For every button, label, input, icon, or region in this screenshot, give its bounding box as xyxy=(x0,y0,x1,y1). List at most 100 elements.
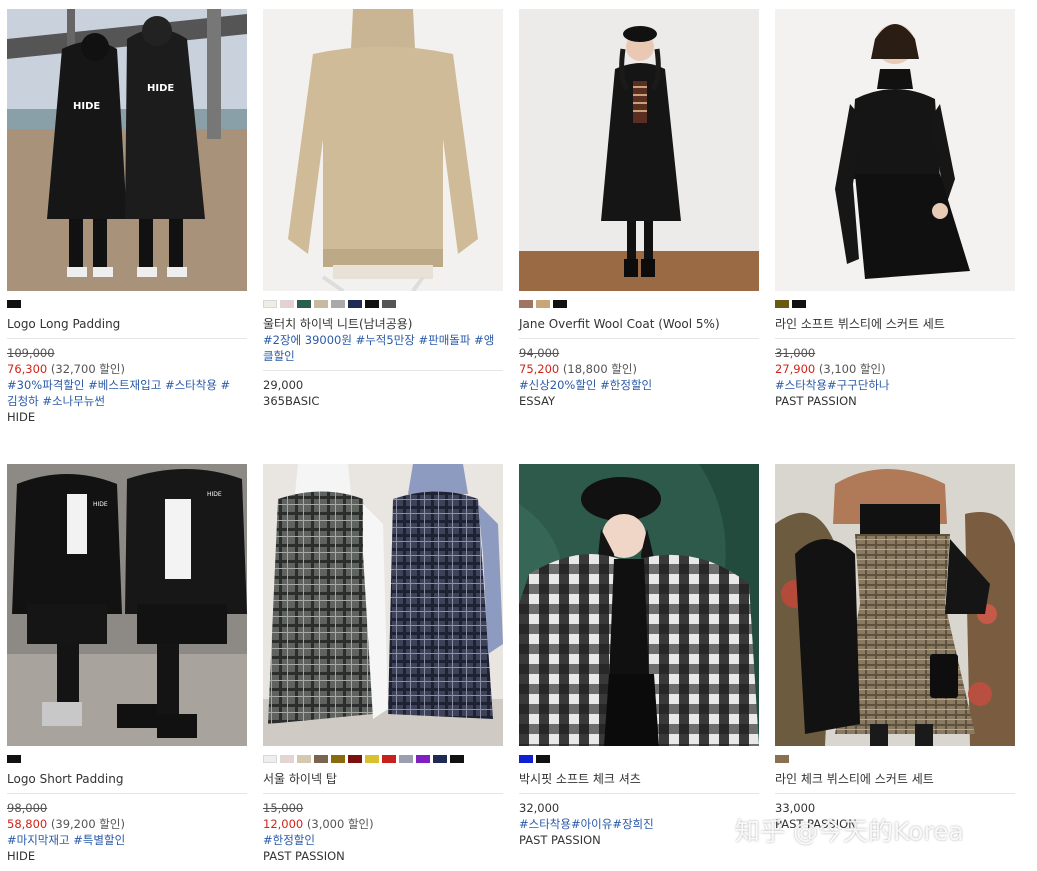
product-name[interactable]: 라인 체크 뷔스티에 스커트 세트 xyxy=(775,771,1015,794)
color-swatch[interactable] xyxy=(536,300,550,308)
tag-list: #스타착용#아이유#장희진 xyxy=(519,816,759,832)
hashtag-line[interactable]: #한정할인 xyxy=(263,832,503,848)
color-swatch[interactable] xyxy=(792,300,806,308)
color-swatch[interactable] xyxy=(348,300,362,308)
tag-list: #신상20%할인 #한정할인 xyxy=(519,377,759,393)
product-name[interactable]: 울터치 하이넥 니트(남녀공용) xyxy=(263,316,503,332)
product-name[interactable]: 서울 하이넥 탑 xyxy=(263,771,503,794)
tag-list: #한정할인 xyxy=(263,832,503,848)
color-swatch[interactable] xyxy=(433,755,447,763)
color-swatch[interactable] xyxy=(314,755,328,763)
product-photo: HIDE HIDE xyxy=(7,464,247,746)
product-image[interactable]: HIDE HIDE xyxy=(7,9,247,291)
hashtag-line[interactable]: 클할인 xyxy=(263,348,503,364)
color-swatch[interactable] xyxy=(263,300,277,308)
hashtag-line[interactable]: 김청하 #소나무뉴썬 xyxy=(7,393,247,409)
tag-list: #30%파격할인 #베스트재입고 #스타착용 # 김청하 #소나무뉴썬 xyxy=(7,377,247,409)
product-image[interactable] xyxy=(775,464,1015,746)
hashtag-line[interactable]: #30%파격할인 #베스트재입고 #스타착용 # xyxy=(7,377,247,393)
product-name[interactable]: Logo Long Padding xyxy=(7,316,247,339)
color-swatch[interactable] xyxy=(536,755,550,763)
color-swatch[interactable] xyxy=(297,755,311,763)
svg-text:HIDE: HIDE xyxy=(207,491,222,498)
color-swatch[interactable] xyxy=(348,755,362,763)
hashtag-line[interactable]: #스타착용#아이유#장희진 xyxy=(519,816,759,832)
color-swatch[interactable] xyxy=(775,300,789,308)
sale-price-line: 12,000 (3,000 할인) xyxy=(263,816,503,832)
price: 29,000 xyxy=(263,378,304,392)
color-swatches xyxy=(775,755,1015,763)
tag-list: #마지막재고 #특별할인 xyxy=(7,832,247,848)
product-name[interactable]: 라인 소프트 뷔스티에 스커트 세트 xyxy=(775,316,1015,339)
product-image[interactable] xyxy=(775,9,1015,291)
color-swatch[interactable] xyxy=(382,300,396,308)
color-swatch[interactable] xyxy=(297,300,311,308)
color-swatch[interactable] xyxy=(7,755,21,763)
color-swatch[interactable] xyxy=(519,300,533,308)
color-swatch[interactable] xyxy=(416,755,430,763)
brand-name[interactable]: PAST PASSION xyxy=(775,393,1015,409)
product-photo xyxy=(263,9,503,291)
color-swatches xyxy=(263,755,503,763)
product-photo xyxy=(519,9,759,291)
product-photo xyxy=(775,464,1015,746)
product-card: 라인 체크 뷔스티에 스커트 세트 33,000 PAST PASSION xyxy=(775,464,1015,832)
color-swatch[interactable] xyxy=(314,300,328,308)
color-swatch[interactable] xyxy=(519,755,533,763)
product-photo xyxy=(263,464,503,746)
hashtag-line[interactable]: #마지막재고 #특별할인 xyxy=(7,832,247,848)
product-card: 박시핏 소프트 체크 셔츠 32,000 #스타착용#아이유#장희진 PAST … xyxy=(519,464,759,848)
color-swatch[interactable] xyxy=(7,300,21,308)
sale-price-line: 58,800 (39,200 할인) xyxy=(7,816,247,832)
color-swatches xyxy=(7,300,247,308)
sale-price: 12,000 xyxy=(263,817,304,831)
color-swatches xyxy=(7,755,247,763)
sale-price: 75,200 xyxy=(519,362,560,376)
color-swatches xyxy=(519,300,759,308)
color-swatch[interactable] xyxy=(450,755,464,763)
sale-price: 27,900 xyxy=(775,362,816,376)
product-image[interactable] xyxy=(519,464,759,746)
price: 32,000 xyxy=(519,801,560,815)
color-swatch[interactable] xyxy=(331,755,345,763)
tag-list: #스타착용#구구단하나 xyxy=(775,377,1015,393)
product-name[interactable]: 박시핏 소프트 체크 셔츠 xyxy=(519,771,759,794)
hashtag-line[interactable]: #신상20%할인 #한정할인 xyxy=(519,377,759,393)
color-swatch[interactable] xyxy=(331,300,345,308)
product-photo: HIDE HIDE xyxy=(7,9,247,291)
product-card: 서울 하이넥 탑 15,000 12,000 (3,000 할인) #한정할인 … xyxy=(263,464,503,864)
product-image[interactable] xyxy=(519,9,759,291)
discount-amount: (3,100 할인) xyxy=(818,362,886,376)
product-name[interactable]: Jane Overfit Wool Coat (Wool 5%) xyxy=(519,316,759,339)
svg-text:HIDE: HIDE xyxy=(93,501,108,508)
hashtag-line[interactable]: #스타착용#구구단하나 xyxy=(775,377,1015,393)
color-swatch[interactable] xyxy=(365,755,379,763)
product-image[interactable] xyxy=(263,464,503,746)
discount-amount: (3,000 할인) xyxy=(306,817,374,831)
color-swatch[interactable] xyxy=(280,300,294,308)
brand-name[interactable]: ESSAY xyxy=(519,393,759,409)
color-swatch[interactable] xyxy=(553,300,567,308)
watermark: 知乎 @今天的Korea xyxy=(735,817,964,846)
color-swatch[interactable] xyxy=(775,755,789,763)
color-swatch[interactable] xyxy=(399,755,413,763)
hashtag-line[interactable]: #2장에 39000원 #누적5만장 #판매돌파 #앵 xyxy=(263,332,503,348)
sale-price-line: 75,200 (18,800 할인) xyxy=(519,361,759,377)
brand-name[interactable]: PAST PASSION xyxy=(519,832,759,848)
discount-amount: (32,700 할인) xyxy=(50,362,125,376)
color-swatch[interactable] xyxy=(365,300,379,308)
product-name[interactable]: Logo Short Padding xyxy=(7,771,247,794)
brand-name[interactable]: HIDE xyxy=(7,409,247,425)
sale-price-line: 76,300 (32,700 할인) xyxy=(7,361,247,377)
discount-amount: (18,800 할인) xyxy=(562,362,637,376)
product-image[interactable] xyxy=(263,9,503,291)
color-swatch[interactable] xyxy=(382,755,396,763)
product-grid: HIDE HIDE Logo Long Padding 109,000 76,3… xyxy=(0,0,1037,871)
brand-name[interactable]: HIDE xyxy=(7,848,247,864)
color-swatch[interactable] xyxy=(280,755,294,763)
product-image[interactable]: HIDE HIDE xyxy=(7,464,247,746)
brand-name[interactable]: 365BASIC xyxy=(263,393,503,409)
brand-name[interactable]: PAST PASSION xyxy=(263,848,503,864)
color-swatch[interactable] xyxy=(263,755,277,763)
color-swatches xyxy=(519,755,759,763)
